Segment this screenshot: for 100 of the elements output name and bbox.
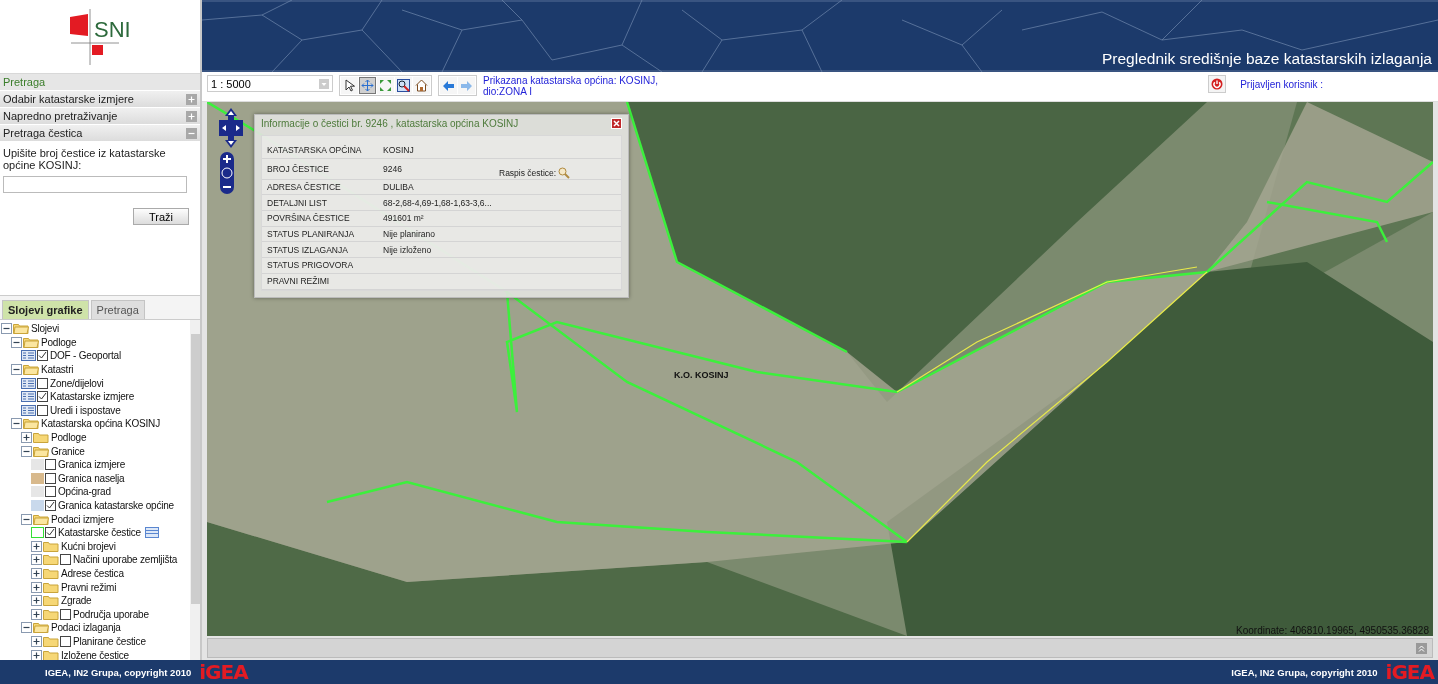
folder-icon (43, 554, 59, 566)
expand-icon[interactable] (31, 608, 42, 620)
tree-item-label[interactable]: Općina-grad (58, 486, 111, 498)
expand-icon[interactable] (31, 595, 42, 607)
tree-item-label[interactable]: Katastarske čestice (58, 527, 141, 539)
tree-item-label[interactable]: Kućni brojevi (61, 540, 116, 552)
tree-item-label[interactable]: Planirane čestice (73, 635, 146, 647)
tree-item-label[interactable]: Granice (51, 445, 85, 457)
zoom-control-icon[interactable] (220, 152, 234, 194)
field-label: STATUS IZLAGANJA (267, 244, 349, 255)
expand-icon[interactable] (31, 554, 42, 566)
layer-checkbox[interactable] (60, 635, 71, 647)
tree-item-label[interactable]: Granica naselja (58, 472, 125, 484)
tree-item-label[interactable]: DOF - Geoportal (50, 350, 121, 362)
app-title: Preglednik središnje baze katastarskih izlaganja (1102, 50, 1432, 68)
folder-icon (13, 323, 29, 335)
accordion-header[interactable]: Napredno pretraživanje (0, 108, 200, 125)
folder-icon (23, 364, 39, 376)
accordion-header[interactable]: Pretraga čestica (0, 125, 200, 142)
expand-icon[interactable] (31, 649, 42, 660)
back-button[interactable] (440, 77, 457, 94)
tree-item-label[interactable]: Izložene čestice (61, 649, 129, 660)
status-text: Prikazana katastarska općina: KOSINJ, (483, 75, 659, 86)
layer-checkbox[interactable] (45, 472, 56, 484)
scale-dropdown[interactable]: 1 : 5000 (207, 75, 333, 92)
layer-checkbox[interactable] (37, 391, 48, 403)
collapse-icon[interactable] (21, 445, 32, 457)
tab[interactable]: Slojevi grafike (2, 300, 89, 319)
tree-item-label[interactable]: Granica katastarske općine (58, 500, 174, 511)
accordion-header[interactable]: Odabir katastarske izmjere (0, 91, 200, 108)
legend-icon[interactable] (21, 404, 36, 416)
back-arrow-icon (442, 79, 455, 92)
expand-icon[interactable] (31, 540, 42, 552)
map-tool-button[interactable] (413, 77, 430, 94)
collapse-icon[interactable] (11, 364, 22, 376)
field-value: KOSINJ (383, 145, 415, 156)
scrollbar[interactable] (190, 320, 200, 660)
layer-checkbox[interactable] (60, 608, 71, 620)
folder-icon (23, 418, 39, 430)
layer-checkbox[interactable] (37, 377, 48, 389)
tree-item-label[interactable]: Uredi i ispostave (50, 404, 121, 416)
section-label: Odabir katastarske izmjere (3, 93, 134, 105)
tree-item-label[interactable]: Podaci izlaganja (51, 622, 121, 634)
expand-icon[interactable] (31, 581, 42, 593)
tree-item-label[interactable]: Adrese čestica (61, 568, 124, 579)
layer-checkbox[interactable] (60, 554, 71, 566)
logout-button[interactable] (1208, 75, 1227, 93)
expand-icon[interactable] (21, 432, 32, 444)
layer-checkbox[interactable] (45, 527, 56, 539)
collapse-icon[interactable] (11, 336, 22, 348)
legend-icon[interactable] (21, 350, 36, 362)
layer-checkbox[interactable] (45, 459, 56, 471)
legend-icon[interactable] (21, 377, 36, 389)
collapse-icon[interactable] (11, 418, 22, 430)
tree-item-label[interactable]: Zgrade (61, 595, 92, 607)
collapse-icon[interactable] (21, 513, 32, 525)
collapse-icon[interactable] (1, 323, 12, 335)
layer-checkbox[interactable] (45, 500, 56, 511)
tree-item-label[interactable]: Podaci izmjere (51, 513, 114, 525)
tree-item-label[interactable]: Podloge (51, 432, 87, 444)
tree-item-label[interactable]: Katastarske izmjere (50, 391, 134, 403)
map-tool-button[interactable] (341, 77, 358, 94)
pan-control-icon[interactable] (219, 108, 243, 148)
field-label: POVRŠINA ČESTICE (267, 213, 351, 224)
field-value: 491601 m² (383, 213, 425, 224)
field-label: BROJ ČESTICE (267, 163, 330, 174)
tree-item-label[interactable]: Načini uporabe zemljišta (73, 554, 178, 566)
folder-icon (23, 336, 39, 348)
folder-icon (33, 513, 49, 525)
expand-icon[interactable] (31, 635, 42, 647)
tree-item-label[interactable]: Podloge (41, 336, 77, 348)
search-button[interactable]: Traži (133, 208, 189, 225)
parcel-number-field[interactable] (3, 176, 187, 193)
layer-checkbox[interactable] (37, 404, 48, 416)
expand-icon[interactable] (31, 568, 42, 579)
field-value: 9246 (383, 163, 403, 174)
tree-item-label[interactable]: Pravni režimi (61, 581, 117, 593)
parcel-listing-label: Raspis čestice: (499, 167, 557, 178)
chevron-up-icon (1418, 644, 1425, 652)
field-label: ADRESA ČESTICE (267, 182, 342, 193)
legend-icon[interactable] (21, 391, 36, 403)
layer-checkbox[interactable] (45, 486, 56, 498)
pointer-icon (343, 79, 356, 92)
popup-title: Informacije o čestici br. 9246 , katastarska općina KOSINJ (261, 118, 519, 129)
search-icon[interactable] (558, 166, 571, 179)
map-tool-button[interactable] (395, 77, 412, 94)
tree-item-label[interactable]: Područja uporabe (73, 608, 149, 620)
field-value: 68-2,68-4,69-1,68-1,63-3,6... (383, 197, 493, 208)
search-prompt: Upišite broj čestice iz katastarske općine KOSINJ: (3, 147, 167, 171)
tree-item-label[interactable]: Katastarska općina KOSINJ (41, 418, 160, 430)
tree-item-label[interactable]: Granica izmjere (58, 459, 126, 471)
collapse-icon[interactable] (21, 622, 32, 634)
tree-item-label[interactable]: Katastri (41, 364, 74, 376)
tree-item-label[interactable]: Slojevi (31, 323, 60, 335)
tab[interactable]: Pretraga (90, 300, 145, 319)
table-icon[interactable] (144, 527, 159, 539)
tree-item-label[interactable]: Zone/dijelovi (50, 377, 104, 389)
close-button[interactable] (611, 118, 622, 129)
section-label: Napredno pretraživanje (3, 110, 118, 122)
layer-checkbox[interactable] (37, 350, 48, 362)
